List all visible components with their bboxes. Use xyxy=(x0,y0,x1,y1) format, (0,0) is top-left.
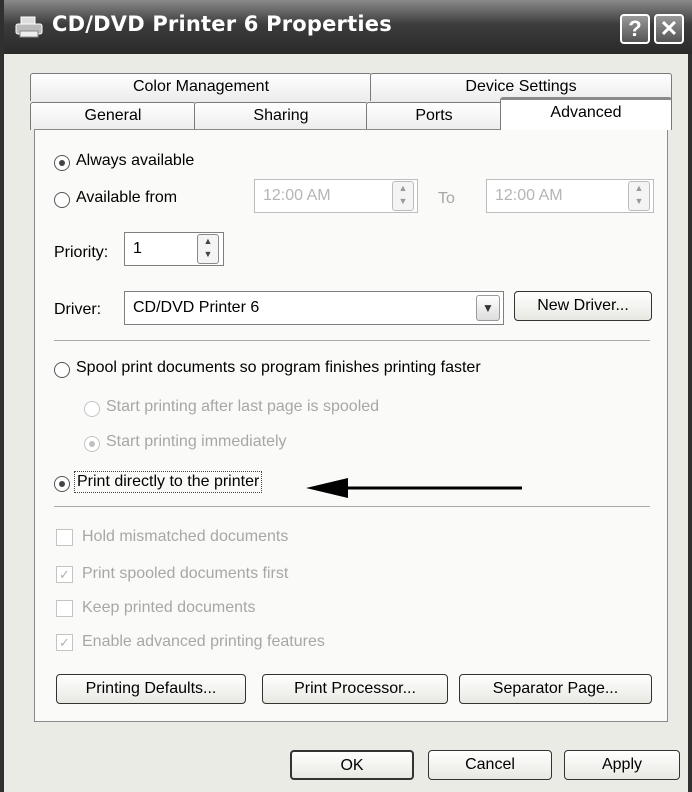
apply-button[interactable]: Apply xyxy=(564,750,680,780)
properties-dialog: CD/DVD Printer 6 Properties ? ✕ Color Ma… xyxy=(0,0,692,792)
enable-advanced-checkbox[interactable]: ✓ xyxy=(56,634,73,651)
cancel-button[interactable]: Cancel xyxy=(428,750,552,780)
new-driver-button[interactable]: New Driver... xyxy=(514,291,652,321)
close-button[interactable]: ✕ xyxy=(654,14,684,44)
start-immediately-label: Start printing immediately xyxy=(106,433,287,450)
start-after-last-label: Start printing after last page is spoole… xyxy=(106,398,380,415)
tab-sharing[interactable]: Sharing xyxy=(194,102,368,130)
print-processor-button[interactable]: Print Processor... xyxy=(262,674,448,704)
printing-defaults-button[interactable]: Printing Defaults... xyxy=(56,674,246,704)
enable-advanced-label: Enable advanced printing features xyxy=(82,633,325,650)
keep-printed-checkbox[interactable] xyxy=(56,600,73,617)
ok-button[interactable]: OK xyxy=(290,750,414,780)
start-immediately-radio[interactable] xyxy=(84,436,100,452)
print-spooled-first-checkbox[interactable]: ✓ xyxy=(56,566,73,583)
print-directly-radio[interactable] xyxy=(54,476,70,492)
to-label: To xyxy=(438,190,455,207)
priority-label: Priority: xyxy=(54,244,109,261)
from-time-spinner[interactable]: ▲ ▼ xyxy=(392,181,414,211)
print-directly-label: Print directly to the printer xyxy=(74,471,263,493)
spool-radio[interactable] xyxy=(54,362,70,378)
driver-select[interactable]: CD/DVD Printer 6 xyxy=(124,291,504,325)
tab-ports[interactable]: Ports xyxy=(366,102,502,130)
available-from-label: Available from xyxy=(76,189,178,206)
help-button[interactable]: ? xyxy=(620,14,650,44)
keep-printed-label: Keep printed documents xyxy=(82,599,256,616)
tab-advanced[interactable]: Advanced xyxy=(500,97,672,130)
title-bar[interactable]: CD/DVD Printer 6 Properties ? ✕ xyxy=(4,0,692,54)
always-available-radio[interactable] xyxy=(54,155,70,171)
hold-mismatched-checkbox[interactable] xyxy=(56,529,73,546)
spool-label: Spool print documents so program finishe… xyxy=(76,359,481,376)
tab-general[interactable]: General xyxy=(30,102,196,130)
priority-spinner[interactable]: ▲ ▼ xyxy=(197,234,219,264)
print-spooled-first-label: Print spooled documents first xyxy=(82,565,289,582)
driver-label: Driver: xyxy=(54,301,102,318)
window-title: CD/DVD Printer 6 Properties xyxy=(52,12,392,36)
to-time-spinner[interactable]: ▲ ▼ xyxy=(628,181,650,211)
tab-color-management[interactable]: Color Management xyxy=(30,73,372,101)
divider xyxy=(54,506,650,507)
separator-page-button[interactable]: Separator Page... xyxy=(459,674,652,704)
printer-icon xyxy=(15,16,43,38)
start-after-last-radio[interactable] xyxy=(84,401,100,417)
arrow-annotation xyxy=(306,478,522,498)
hold-mismatched-label: Hold mismatched documents xyxy=(82,528,289,545)
chevron-down-icon[interactable]: ▼ xyxy=(476,295,500,321)
available-from-radio[interactable] xyxy=(54,192,70,208)
always-available-label: Always available xyxy=(76,152,195,169)
divider xyxy=(54,340,650,341)
